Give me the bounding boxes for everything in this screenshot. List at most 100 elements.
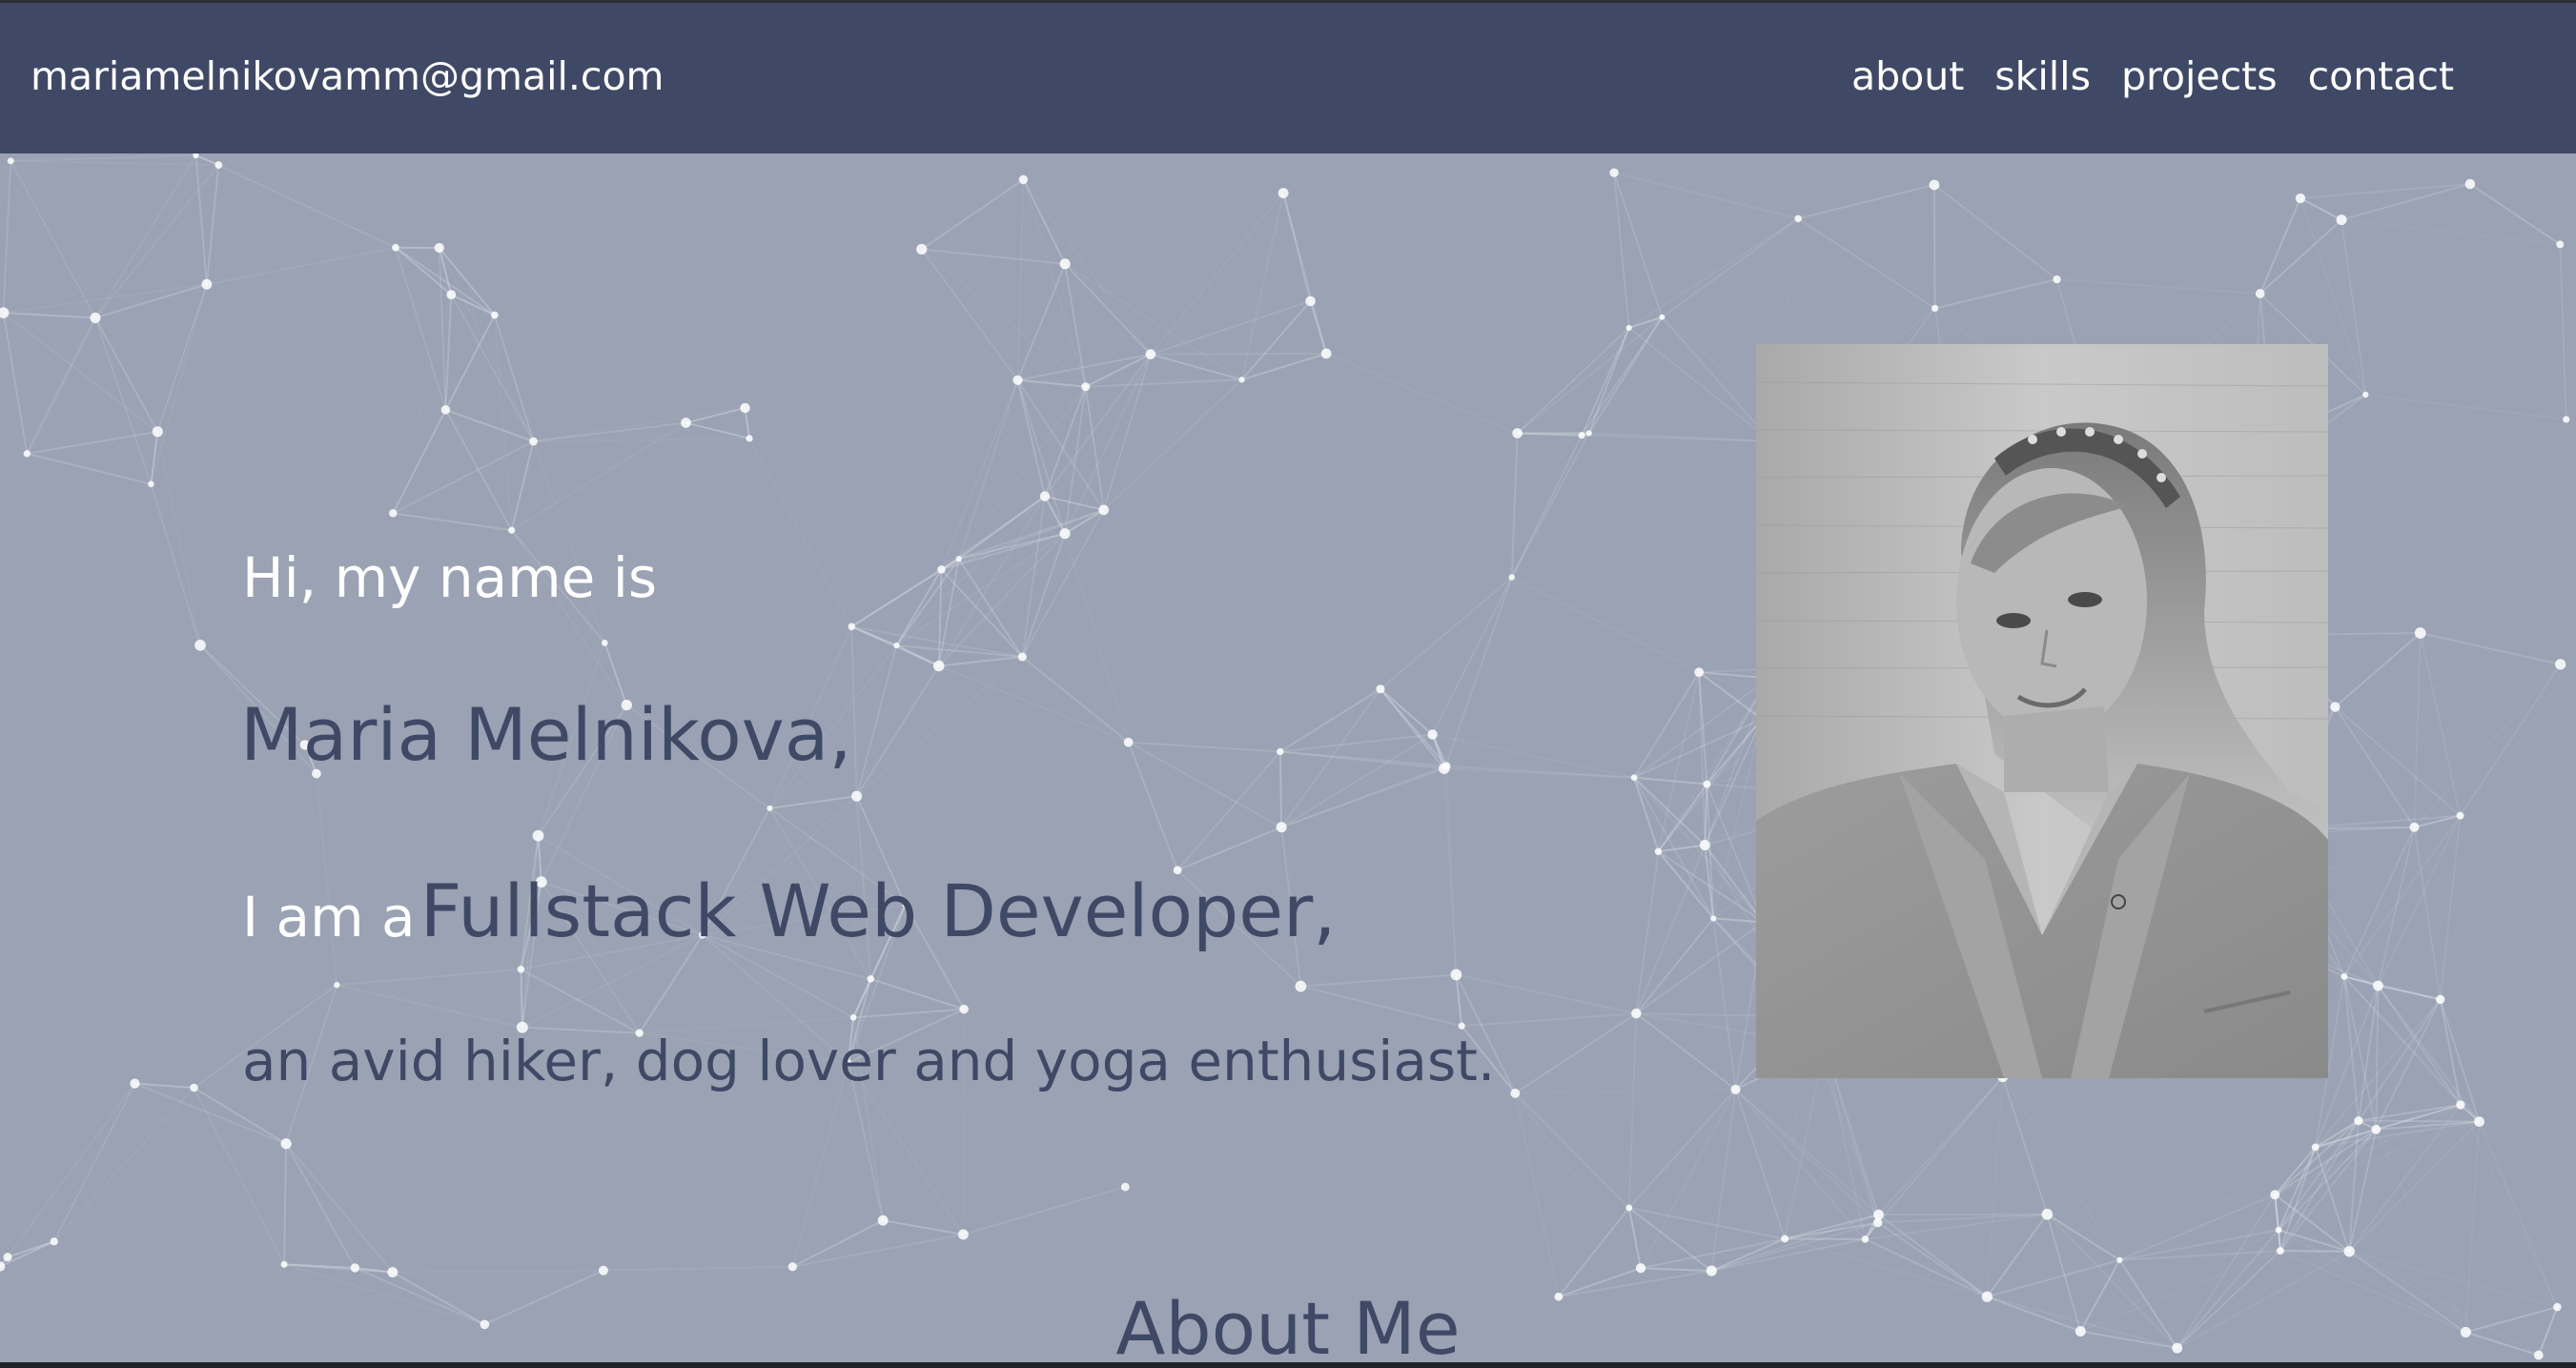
network-node xyxy=(1781,1235,1789,1243)
network-line xyxy=(194,154,208,285)
network-node xyxy=(598,1265,608,1276)
network-line xyxy=(1045,379,1242,496)
nav-link-contact[interactable]: contact xyxy=(2308,52,2454,100)
network-line xyxy=(2,312,153,485)
network-node xyxy=(601,640,608,646)
network-node xyxy=(1706,1265,1717,1276)
network-line xyxy=(156,431,202,646)
network-line xyxy=(1445,766,1458,975)
network-line xyxy=(746,408,852,626)
network-line xyxy=(2001,1076,2121,1261)
network-node xyxy=(1442,762,1451,770)
network-node xyxy=(1450,969,1462,981)
network-node xyxy=(2343,1246,2355,1257)
network-node xyxy=(933,660,945,672)
network-node xyxy=(1081,382,1091,392)
network-line xyxy=(2343,975,2462,1106)
network-node xyxy=(508,526,516,534)
network-line xyxy=(1514,1012,1637,1094)
network-line xyxy=(851,625,1023,659)
network-line xyxy=(27,452,152,485)
network-line xyxy=(2047,1215,2280,1251)
network-node xyxy=(434,242,444,254)
network-line xyxy=(748,438,853,627)
network-line xyxy=(2459,664,2562,817)
network-line xyxy=(921,248,1066,265)
hero-role-prefix: I am a xyxy=(242,885,416,949)
network-node xyxy=(387,1267,399,1278)
network-line xyxy=(54,1241,284,1264)
network-node xyxy=(490,311,499,319)
network-node xyxy=(2255,289,2265,298)
network-line xyxy=(2047,1194,2275,1215)
network-node xyxy=(1625,1204,1633,1212)
network-line xyxy=(2460,1104,2559,1308)
network-line xyxy=(2,160,12,314)
network-line xyxy=(2260,184,2470,294)
top-navigation-bar: mariamelnikovamm@gmail.com about skills … xyxy=(0,3,2576,153)
network-node xyxy=(1659,314,1666,320)
network-node xyxy=(2371,1124,2382,1134)
browser-viewport: mariamelnikovamm@gmail.com about skills … xyxy=(0,0,2576,1368)
network-node xyxy=(1276,822,1287,833)
network-line xyxy=(2,312,29,455)
network-node xyxy=(1059,258,1071,270)
network-line xyxy=(1510,433,1519,578)
network-line xyxy=(217,164,397,249)
network-node xyxy=(2041,1208,2054,1220)
network-node xyxy=(2362,391,2369,398)
network-line xyxy=(2365,394,2566,420)
network-line xyxy=(52,1083,136,1242)
network-line xyxy=(393,512,512,532)
network-line xyxy=(1510,432,1590,579)
network-line xyxy=(1278,751,1283,827)
network-line xyxy=(532,440,606,643)
network-line xyxy=(1698,671,1763,721)
network-node xyxy=(1376,684,1385,694)
network-node xyxy=(851,790,863,802)
network-node xyxy=(2275,1226,2282,1234)
network-node xyxy=(1305,296,1316,307)
hero-role-line: I am a Fullstack Web Developer, xyxy=(242,864,1336,979)
network-node xyxy=(2409,822,2420,832)
network-line xyxy=(317,774,539,836)
network-line xyxy=(2334,705,2462,817)
network-node xyxy=(2311,1143,2320,1152)
network-node xyxy=(1861,1235,1870,1243)
network-line xyxy=(2001,1076,2049,1215)
network-line xyxy=(2342,827,2416,977)
network-line xyxy=(2,312,158,433)
network-node xyxy=(1578,432,1585,439)
network-line xyxy=(1044,386,1087,497)
network-node xyxy=(1145,349,1156,359)
nav-link-skills[interactable]: skills xyxy=(1994,52,2091,100)
network-line xyxy=(392,440,534,515)
network-line xyxy=(920,248,1019,381)
network-line xyxy=(1934,278,2057,310)
network-line xyxy=(10,161,207,284)
network-line xyxy=(539,808,770,836)
network-node xyxy=(959,1004,969,1014)
network-line xyxy=(1104,510,1129,743)
network-line xyxy=(218,165,440,248)
network-line xyxy=(1797,184,1935,220)
network-node xyxy=(1872,1217,1883,1228)
network-node xyxy=(1654,847,1663,855)
network-line xyxy=(1127,742,1179,871)
network-node xyxy=(1703,780,1711,788)
network-node xyxy=(1630,774,1638,781)
nav-link-projects[interactable]: projects xyxy=(2121,52,2278,100)
network-line xyxy=(791,1219,884,1268)
network-node xyxy=(2270,1190,2280,1200)
network-line xyxy=(1021,496,1046,658)
network-line xyxy=(1933,184,2058,280)
network-node xyxy=(1635,1263,1646,1274)
email-link[interactable]: mariamelnikovamm@gmail.com xyxy=(31,52,664,100)
network-line xyxy=(850,625,897,647)
network-line xyxy=(685,421,750,439)
network-node xyxy=(389,509,398,518)
network-node xyxy=(893,642,900,649)
portrait-illustration xyxy=(1756,344,2328,1078)
nav-link-about[interactable]: about xyxy=(1851,52,1964,100)
network-line xyxy=(207,284,451,295)
